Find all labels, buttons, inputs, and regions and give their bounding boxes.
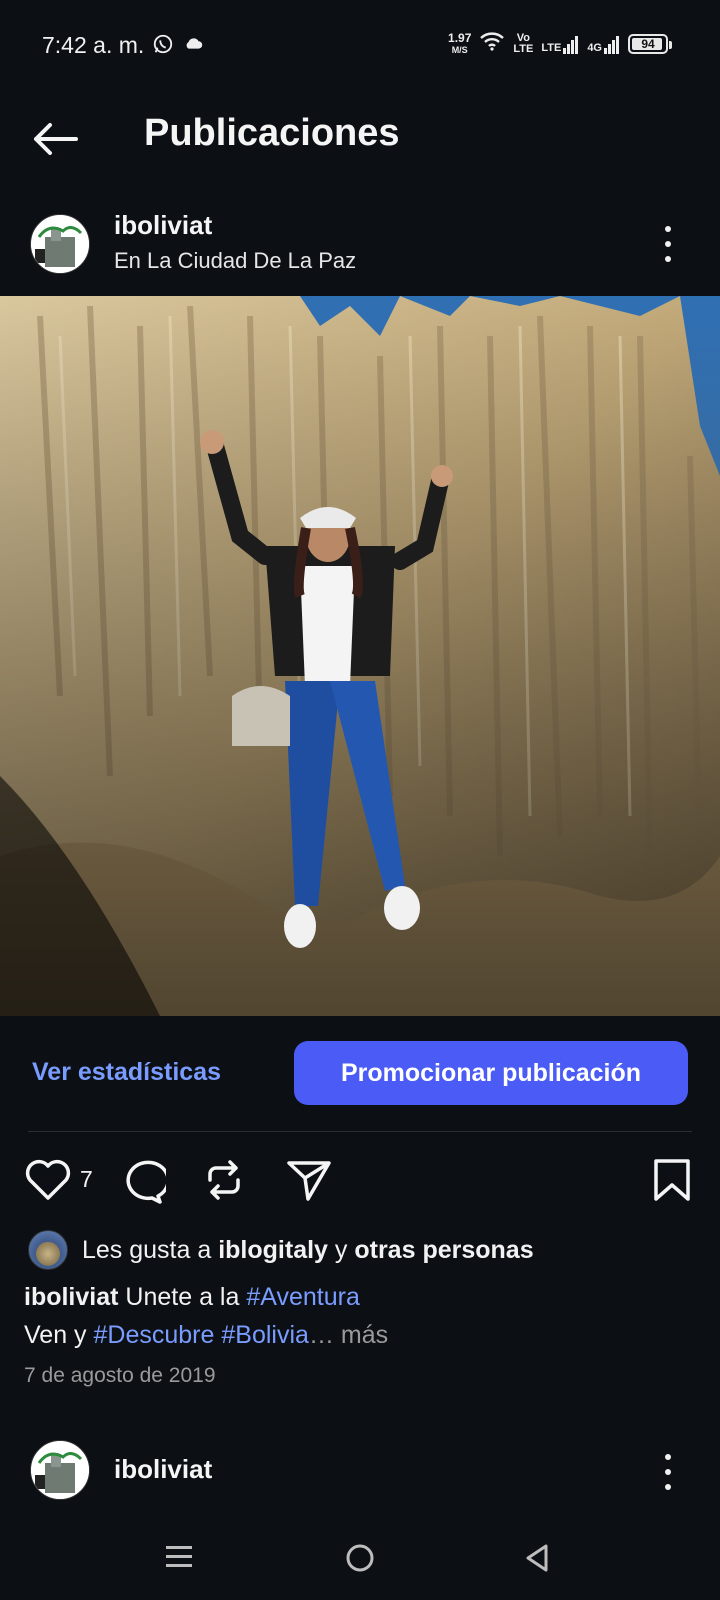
avatar-logo-icon [31,1441,89,1499]
hashtag-link[interactable]: #Bolivia [221,1321,309,1349]
more-dot [665,1484,671,1490]
post-header: iboliviat En La Ciudad De La Paz [0,200,720,296]
caption-line-1: iboliviat Unete a la #Aventura [24,1278,684,1316]
post-username[interactable]: iboliviat [114,1454,212,1485]
more-options-button[interactable] [658,226,678,262]
home-circle-icon [346,1544,374,1572]
network-speed-value: 1.97 [448,30,472,45]
top-app-bar: Publicaciones [0,92,720,184]
page-title: Publicaciones [144,112,400,154]
likes-prefix: Les gusta a [82,1235,212,1264]
status-time: 7:42 a. m. [42,32,145,58]
avatar[interactable] [30,1440,90,1500]
recent-apps-button[interactable] [164,1542,194,1577]
repost-icon[interactable] [204,1158,244,1207]
back-nav-button[interactable] [522,1542,552,1579]
hashtag-link[interactable]: #Aventura [246,1283,360,1311]
4g-label: 4G [587,41,602,54]
back-arrow-icon [34,123,78,155]
likes-others[interactable]: otras personas [354,1236,533,1264]
wifi-icon [479,30,505,57]
avatar[interactable] [30,214,90,274]
more-dot [665,241,671,247]
post-actions: 7 [0,1152,720,1208]
volte-indicator: Vo LTE [513,32,534,55]
network-speed-unit: M/S [451,44,468,55]
hashtag-link[interactable]: #Descubre [94,1321,215,1349]
network-speed: 1.97 M/S [448,32,471,56]
caption-more-link[interactable]: más [341,1321,388,1349]
battery-level: 94 [641,36,655,51]
system-navigation-bar [0,1520,720,1600]
more-dot [665,1454,671,1460]
menu-lines-icon [166,1546,192,1567]
post-date: 7 de agosto de 2019 [24,1364,216,1387]
likes-summary[interactable]: Les gusta a iblogitaly y otras personas [28,1230,534,1270]
whatsapp-icon [152,33,174,60]
post-username[interactable]: iboliviat [114,210,212,241]
more-options-button[interactable] [658,1454,678,1490]
rock-formations-photo [0,296,720,1016]
like-icon[interactable] [24,1158,72,1207]
status-system-icons: 1.97 M/S Vo LTE LTE 4G 94 [448,30,672,57]
volte-bottom: LTE [513,42,534,55]
caption-username[interactable]: iboliviat [24,1283,118,1311]
next-post-header: iboliviat [0,1430,720,1510]
lte-label: LTE [541,41,562,54]
caption-text: Unete a la [125,1283,240,1311]
caption-line-2: Ven y #Descubre #Bolivia… más [24,1316,684,1354]
more-dot [665,226,671,232]
post-caption: iboliviat Unete a la #Aventura Ven y #De… [24,1278,684,1354]
view-stats-link[interactable]: Ver estadísticas [32,1058,221,1087]
caption-text: Ven y [24,1321,87,1349]
back-button[interactable] [30,114,80,164]
avatar-logo-icon [31,215,89,273]
likes-text: Les gusta a iblogitaly y otras personas [82,1236,534,1265]
more-dot [665,1469,671,1475]
promote-post-button[interactable]: Promocionar publicación [294,1041,688,1105]
caption-ellipsis: … [308,1321,334,1349]
liker-avatar [28,1230,68,1270]
comment-icon[interactable] [118,1158,170,1209]
back-triangle-icon [526,1544,548,1572]
divider [28,1131,692,1132]
more-dot [665,256,671,262]
signal-bars-icon [604,35,619,54]
4g-signal: 4G [587,34,620,54]
status-bar: 7:42 a. m. 1.97 M/S Vo LTE LTE 4G 94 [0,0,720,92]
cloud-icon [183,33,205,60]
post-location[interactable]: En La Ciudad De La Paz [114,248,356,274]
signal-bars-icon [563,35,579,54]
battery-icon: 94 [628,33,672,54]
save-bookmark-icon[interactable] [652,1158,692,1207]
like-count[interactable]: 7 [80,1166,93,1193]
share-icon[interactable] [286,1158,332,1207]
lte-signal: LTE [541,34,579,54]
likes-user[interactable]: iblogitaly [218,1236,328,1264]
home-button[interactable] [344,1542,376,1579]
status-notification-icons [152,33,205,60]
post-image[interactable] [0,296,720,1016]
screen: 7:42 a. m. 1.97 M/S Vo LTE LTE 4G 94 Pub… [0,0,720,1600]
likes-connector: y [334,1235,348,1264]
